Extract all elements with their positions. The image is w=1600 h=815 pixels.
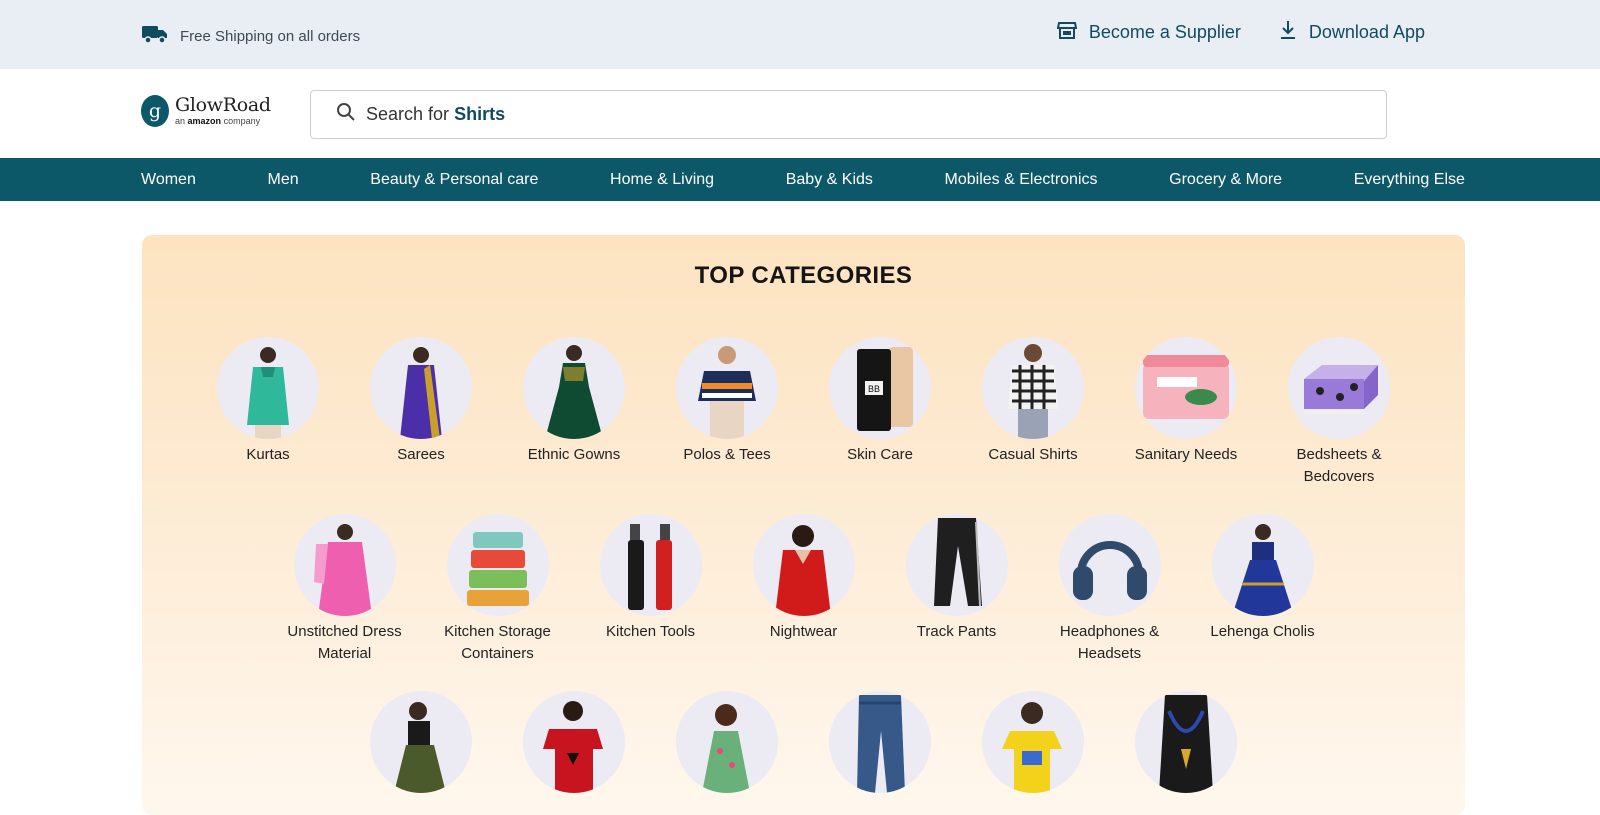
bedsheet-image xyxy=(1288,337,1390,439)
category-label: Sanitary Needs xyxy=(1134,446,1238,463)
category-kids-tee[interactable] xyxy=(957,691,1110,793)
nav-women[interactable]: Women xyxy=(141,171,196,189)
category-unstitched-dress-material[interactable]: Unstitched Dress Material xyxy=(268,514,421,665)
category-label: Unstitched Dress Material xyxy=(287,623,402,662)
category-label: Sarees xyxy=(397,446,445,463)
checked-shirt-image xyxy=(982,337,1084,439)
category-sanitary-needs[interactable]: Sanitary Needs xyxy=(1110,337,1263,488)
category-nav: Women Men Beauty & Personal care Home & … xyxy=(0,158,1600,201)
nav-grocery-more[interactable]: Grocery & More xyxy=(1169,171,1282,189)
glowroad-logo[interactable]: g GlowRoad an amazon company xyxy=(141,95,271,127)
category-jeans[interactable] xyxy=(804,691,957,793)
category-kids-dress[interactable] xyxy=(651,691,804,793)
category-skin-care[interactable]: BB Skin Care xyxy=(804,337,957,488)
nav-beauty-personal-care[interactable]: Beauty & Personal care xyxy=(370,171,538,189)
download-app-link[interactable]: Download App xyxy=(1279,20,1425,45)
jeans-image xyxy=(829,691,931,793)
category-label: Casual Shirts xyxy=(988,446,1078,463)
nav-men[interactable]: Men xyxy=(268,171,299,189)
category-row-3 xyxy=(142,691,1465,793)
search-input[interactable]: Search for Shirts xyxy=(310,90,1387,139)
category-track-pants[interactable]: Track Pants xyxy=(880,514,1033,665)
nav-baby-kids[interactable]: Baby & Kids xyxy=(786,171,873,189)
lehenga-image xyxy=(1211,514,1314,616)
category-casual-shirts[interactable]: Casual Shirts xyxy=(957,337,1110,488)
kurta-image xyxy=(217,337,319,439)
category-label: Polos & Tees xyxy=(683,446,771,463)
category-lehenga-cholis[interactable]: Lehenga Cholis xyxy=(1186,514,1339,665)
download-icon xyxy=(1279,20,1297,45)
shipping-text: Free Shipping on all orders xyxy=(180,28,361,45)
category-ethnic-gowns[interactable]: Ethnic Gowns xyxy=(498,337,651,488)
category-headphones-headsets[interactable]: Headphones & Headsets xyxy=(1033,514,1186,665)
category-label: Nightwear xyxy=(769,623,838,640)
download-label: Download App xyxy=(1308,22,1425,42)
category-kurtas[interactable]: Kurtas xyxy=(192,337,345,488)
headphones-image xyxy=(1058,514,1161,616)
category-row-1: Kurtas Sarees Ethnic Gowns Polos & Tees … xyxy=(142,337,1465,488)
red-tee-image xyxy=(523,691,625,793)
category-label: Ethnic Gowns xyxy=(527,446,621,463)
category-polos-tees[interactable]: Polos & Tees xyxy=(651,337,804,488)
section-title: TOP CATEGORIES xyxy=(694,262,913,289)
category-label: Track Pants xyxy=(916,623,997,640)
logo-brand: GlowRoad xyxy=(175,94,271,116)
category-sarees[interactable]: Sarees xyxy=(345,337,498,488)
logo-tagline: an amazon company xyxy=(175,116,261,126)
nav-mobiles-electronics[interactable]: Mobiles & Electronics xyxy=(945,171,1098,189)
category-necklace[interactable] xyxy=(1110,691,1263,793)
category-kitchen-storage-containers[interactable]: Kitchen Storage Containers xyxy=(421,514,574,665)
necklace-image xyxy=(1135,691,1237,793)
nav-everything-else[interactable]: Everything Else xyxy=(1354,171,1465,189)
category-label: Kitchen Storage Containers xyxy=(444,623,551,662)
kids-dress-image xyxy=(676,691,778,793)
polo-image xyxy=(676,337,778,439)
free-shipping-notice: Free Shipping on all orders xyxy=(141,24,360,49)
track-pants-image xyxy=(905,514,1008,616)
category-row-2: Unstitched Dress Material Kitchen Storag… xyxy=(142,514,1465,665)
search-icon xyxy=(336,102,356,127)
category-label: Bedsheets & Bedcovers xyxy=(1296,446,1382,485)
search-placeholder: Search for Shirts xyxy=(366,104,506,124)
category-nightwear[interactable]: Nightwear xyxy=(727,514,880,665)
category-label: Headphones & Headsets xyxy=(1059,623,1160,662)
containers-image xyxy=(446,514,549,616)
gown-image xyxy=(523,337,625,439)
truck-icon xyxy=(141,24,169,49)
skincare-tube-image: BB xyxy=(829,337,931,439)
nav-home-living[interactable]: Home & Living xyxy=(610,171,714,189)
kids-tee-image xyxy=(982,691,1084,793)
store-icon xyxy=(1056,21,1078,44)
category-label: Kitchen Tools xyxy=(606,623,695,640)
svg-text:BB: BB xyxy=(868,384,880,394)
site-header: g GlowRoad an amazon company Search for … xyxy=(0,69,1600,158)
category-kitchen-tools[interactable]: Kitchen Tools xyxy=(574,514,727,665)
logo-g-icon: g xyxy=(141,95,169,127)
top-categories-panel: TOP CATEGORIES Kurtas Sarees Ethnic Gown… xyxy=(142,235,1465,815)
category-dress[interactable] xyxy=(345,691,498,793)
become-supplier-link[interactable]: Become a Supplier xyxy=(1056,21,1241,44)
pink-dress-image xyxy=(293,514,396,616)
nightwear-image xyxy=(752,514,855,616)
category-label: Kurtas xyxy=(246,446,290,463)
category-label: Lehenga Cholis xyxy=(1210,623,1315,640)
oil-bottles-image xyxy=(599,514,702,616)
top-info-bar: Free Shipping on all orders Become a Sup… xyxy=(0,0,1600,69)
category-bedsheets-bedcovers[interactable]: Bedsheets & Bedcovers xyxy=(1263,337,1416,488)
category-red-tee[interactable] xyxy=(498,691,651,793)
dress-image xyxy=(370,691,472,793)
sanitary-pads-image xyxy=(1135,337,1237,439)
category-label: Skin Care xyxy=(847,446,913,463)
saree-image xyxy=(370,337,472,439)
supplier-label: Become a Supplier xyxy=(1088,22,1241,42)
